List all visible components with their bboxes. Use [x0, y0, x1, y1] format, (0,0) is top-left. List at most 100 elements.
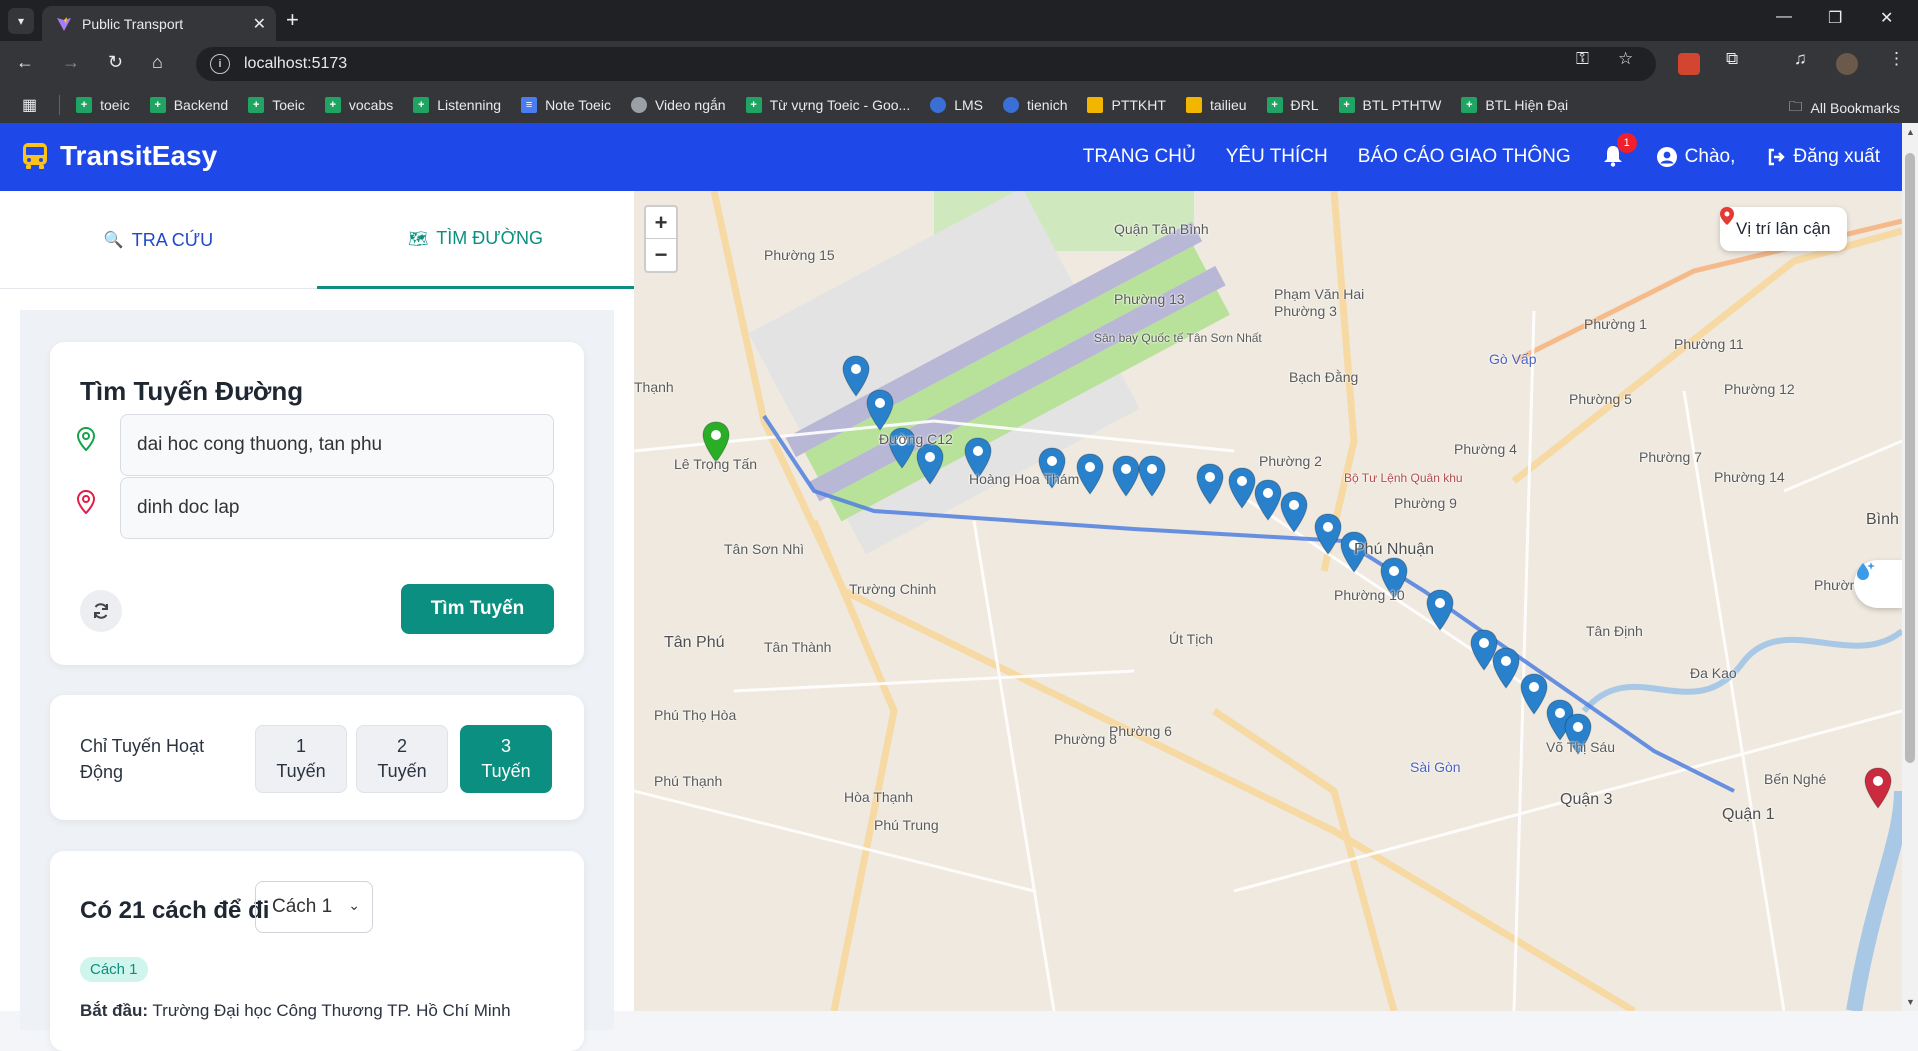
lms-icon	[930, 97, 947, 113]
nav-traffic-report[interactable]: BÁO CÁO GIAO THÔNG	[1358, 146, 1571, 168]
map-label: Bạch Đằng	[1289, 369, 1359, 385]
restore-icon[interactable]: ❐	[1828, 8, 1842, 28]
bus-stop-marker[interactable]	[1228, 467, 1256, 509]
route-finder-title: Tìm Tuyến Đường	[80, 376, 304, 406]
bus-stop-marker[interactable]	[1426, 589, 1454, 631]
map-label: Tân Định	[1586, 623, 1643, 639]
zoom-in-button[interactable]: +	[646, 207, 676, 239]
map-label: Hoàng Hoa Thám	[969, 471, 1080, 487]
bookmark-item[interactable]: ≡ Note Toeic	[521, 97, 611, 113]
bus-stop-marker[interactable]	[1520, 673, 1548, 715]
nav-favorites[interactable]: YÊU THÍCH	[1226, 146, 1328, 168]
map-label: Bộ Tư Lệnh Quân khu	[1344, 471, 1463, 485]
apps-grid-icon[interactable]: ▦	[22, 95, 37, 115]
password-key-icon[interactable]: ⚿	[1576, 49, 1589, 69]
tab-lookup[interactable]: 🔍 TRA CỨU	[0, 191, 317, 289]
close-window-icon[interactable]: ✕	[1880, 8, 1893, 28]
extensions-puzzle-icon[interactable]: ⧉	[1726, 49, 1738, 69]
chevron-down-icon: ⌄	[348, 897, 360, 913]
bookmark-item[interactable]: + vocabs	[324, 97, 393, 113]
filter-option-1[interactable]: 1 Tuyến	[255, 725, 347, 793]
new-tab-button[interactable]: +	[286, 8, 299, 32]
swap-refresh-button[interactable]	[80, 590, 122, 632]
map-label: Sài Gòn	[1410, 759, 1461, 775]
map-label: Phường 9	[1394, 495, 1457, 511]
brand[interactable]: TransitEasy	[20, 140, 217, 172]
bookmark-item[interactable]: + toeic	[76, 97, 130, 113]
menu-kebab-icon[interactable]: ⋮	[1888, 49, 1905, 69]
bus-stop-marker[interactable]	[1196, 463, 1224, 505]
media-control-icon[interactable]: ♫	[1794, 49, 1807, 69]
user-menu[interactable]: Chào,	[1656, 146, 1735, 168]
scroll-up-icon[interactable]: ▲	[1906, 127, 1915, 137]
minimize-icon[interactable]: —	[1776, 8, 1792, 26]
logout-label: Đăng xuất	[1793, 146, 1880, 167]
bus-stop-marker[interactable]	[1314, 513, 1342, 555]
main-nav: TRANG CHỦ YÊU THÍCH BÁO CÁO GIAO THÔNG 1…	[1053, 123, 1880, 191]
forward-icon[interactable]: →	[62, 52, 80, 73]
extension-icon[interactable]	[1678, 53, 1700, 75]
bus-stop-marker[interactable]	[1254, 479, 1282, 521]
filter-option-2[interactable]: 2 Tuyến	[356, 725, 448, 793]
url-text: localhost:5173	[244, 55, 348, 72]
bookmark-item[interactable]: PTTKHT	[1087, 97, 1166, 113]
bookmark-item[interactable]: tienich	[1003, 97, 1067, 113]
filter-option-3[interactable]: 3 Tuyến	[460, 725, 552, 793]
bus-stop-marker[interactable]	[1492, 647, 1520, 689]
green-plus-icon: +	[248, 97, 265, 113]
bookmark-item[interactable]: + Backend	[149, 97, 228, 113]
home-icon[interactable]: ⌂	[152, 52, 163, 73]
bookmark-item[interactable]: + Listenning	[413, 97, 501, 113]
bus-stop-marker[interactable]	[1138, 455, 1166, 497]
bookmark-item[interactable]: + Toeic	[248, 97, 305, 113]
bookmark-item[interactable]: + BTL Hiện Đại	[1461, 97, 1568, 113]
route-option-select[interactable]: Cách 1 ⌄	[255, 881, 373, 933]
scrollbar-thumb[interactable]	[1905, 153, 1915, 763]
scroll-down-icon[interactable]: ▼	[1906, 997, 1915, 1007]
bus-stop-marker[interactable]	[916, 443, 944, 485]
bookmark-item[interactable]: LMS	[930, 97, 983, 113]
filter-option-number: 3	[500, 736, 511, 756]
water-drop-icon	[1857, 562, 1875, 580]
green-plus-icon: +	[1338, 97, 1355, 113]
tab-find-route[interactable]: 🗺 TÌM ĐƯỜNG	[317, 191, 634, 289]
bus-stop-marker[interactable]	[866, 389, 894, 431]
globe-icon	[630, 97, 647, 113]
back-icon[interactable]: ←	[16, 52, 34, 73]
map-label: Phường 5	[1569, 391, 1632, 407]
find-route-button[interactable]: Tìm Tuyến	[401, 584, 554, 634]
bookmark-item[interactable]: + ĐRL	[1266, 97, 1319, 113]
nearby-location-button[interactable]: Vị trí lân cận	[1720, 207, 1847, 251]
page-scrollbar[interactable]: ▲ ▼	[1902, 123, 1918, 1011]
bookmark-item[interactable]: tailieu	[1185, 97, 1247, 113]
bus-stop-marker[interactable]	[1280, 491, 1308, 533]
bookmark-star-icon[interactable]: ☆	[1618, 49, 1633, 69]
bus-stop-marker[interactable]	[1112, 455, 1140, 497]
destination-marker[interactable]	[1864, 767, 1892, 809]
destination-input[interactable]: dinh doc lap	[120, 477, 554, 539]
map-label: Bình	[1866, 511, 1899, 528]
close-tab-icon[interactable]: ✕	[253, 14, 266, 34]
logout-button[interactable]: Đăng xuất	[1767, 146, 1880, 168]
bookmark-item[interactable]: + Từ vựng Toeic - Goo...	[745, 97, 910, 113]
all-bookmarks[interactable]: 🗀 All Bookmarks	[1789, 96, 1900, 120]
zoom-out-button[interactable]: −	[646, 239, 676, 271]
browser-tab[interactable]: Public Transport ✕	[42, 6, 276, 41]
rain-layer-button[interactable]	[1854, 560, 1902, 608]
route-finder-card: Tìm Tuyến Đường dai hoc cong thuong, tan…	[50, 342, 584, 665]
reload-icon[interactable]: ↻	[108, 52, 123, 73]
nav-home[interactable]: TRANG CHỦ	[1083, 146, 1196, 168]
origin-input[interactable]: dai hoc cong thuong, tan phu	[120, 414, 554, 476]
bookmark-item[interactable]: + BTL PTHTW	[1338, 97, 1441, 113]
bookmark-item[interactable]: Video ngắn	[630, 97, 726, 113]
map-label: Tân Sơn Nhì	[724, 541, 804, 557]
profile-avatar[interactable]	[1836, 53, 1858, 75]
bus-stop-marker[interactable]	[1076, 453, 1104, 495]
green-plus-icon: +	[413, 97, 430, 113]
tab-list-button[interactable]: ▾	[8, 8, 34, 34]
brand-name: TransitEasy	[60, 140, 218, 171]
address-bar[interactable]: i localhost:5173	[196, 47, 1656, 81]
site-info-icon[interactable]: i	[210, 54, 230, 74]
notification-button[interactable]: 1	[1603, 133, 1637, 169]
map-view[interactable]: Phường 15 Phường 13 Phường 3 Phường 1 Ph…	[634, 191, 1902, 1011]
